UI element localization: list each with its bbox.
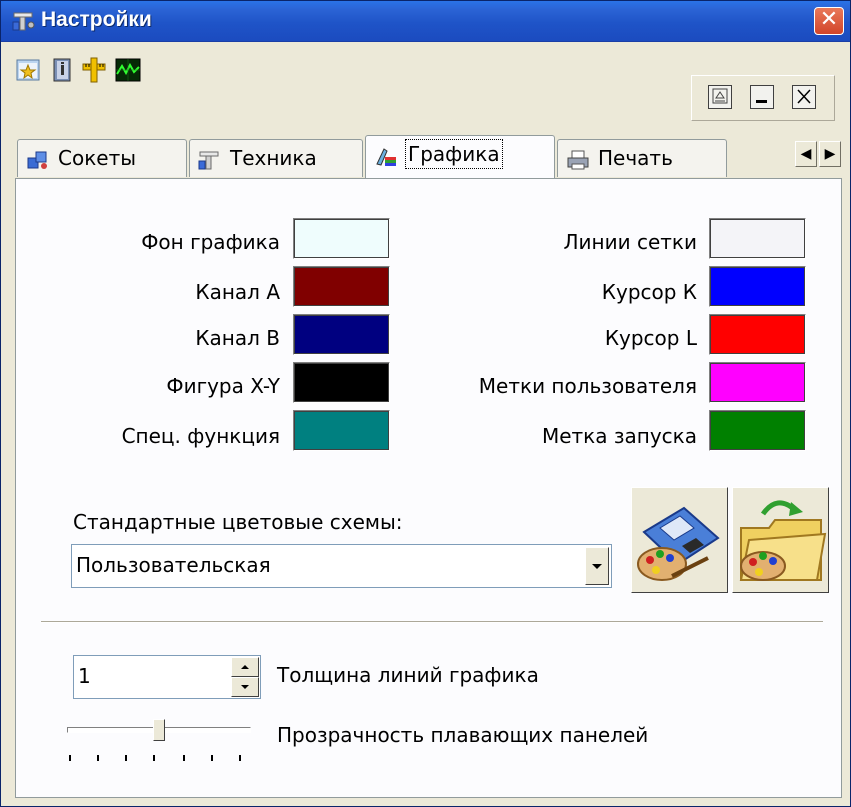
swatch-trigger-mark[interactable]	[709, 410, 806, 451]
label-channel-b: Канал В	[195, 326, 280, 350]
settings-window: Настройки ✕ Сокеты Техника Графика Печат…	[0, 0, 851, 807]
title-bar[interactable]: Настройки ✕	[1, 1, 850, 42]
tab-graphics[interactable]: Графика	[365, 135, 555, 178]
favorites-icon[interactable]	[15, 57, 41, 83]
slider-tick	[69, 755, 71, 761]
save-palette-icon	[637, 506, 720, 581]
tab-equipment[interactable]: Техника	[189, 139, 363, 177]
color-scheme-value: Пользовательская	[76, 553, 271, 577]
swatch-cursor-k[interactable]	[709, 266, 806, 307]
slider-tick	[211, 755, 213, 761]
slider-tick	[153, 755, 155, 761]
window-controls	[691, 75, 835, 121]
label-channel-a: Канал А	[195, 280, 280, 304]
tab-label: Графика	[405, 139, 503, 169]
app-icon	[12, 12, 35, 31]
color-schemes-label: Стандартные цветовые схемы:	[73, 510, 403, 534]
transparency-slider[interactable]	[67, 717, 253, 767]
tab-scroll-right[interactable]: ▶	[819, 141, 841, 167]
close-button[interactable]: ✕	[814, 7, 844, 35]
tab-strip: Сокеты Техника Графика Печать	[1, 135, 850, 181]
slider-tick	[239, 755, 241, 761]
swatch-xy-figure[interactable]	[293, 362, 390, 403]
minimize-icon	[756, 100, 767, 103]
swatch-special-function[interactable]	[293, 410, 390, 451]
line-width-value: 1	[78, 664, 91, 688]
label-trigger-mark: Метка запуска	[541, 424, 697, 448]
transparency-label: Прозрачность плавающих панелей	[277, 723, 649, 747]
slider-thumb[interactable]	[153, 719, 165, 741]
label-user-marks: Метки пользователя	[478, 374, 697, 398]
label-chart-background: Фон графика	[141, 230, 280, 254]
window-title: Настройки	[41, 8, 152, 31]
info-book-icon[interactable]	[49, 57, 75, 83]
line-width-spinner[interactable]: 1	[73, 655, 261, 699]
slider-tick	[183, 755, 185, 761]
slider-tick	[97, 755, 99, 761]
label-cursor-k: Курсор К	[601, 280, 697, 304]
slider-tick	[125, 755, 127, 761]
load-scheme-button[interactable]	[732, 487, 829, 593]
label-xy-figure: Фигура X-Y	[166, 374, 280, 398]
swatch-user-marks[interactable]	[709, 362, 806, 403]
swatch-channel-a[interactable]	[293, 266, 390, 307]
tab-sockets[interactable]: Сокеты	[17, 139, 187, 177]
spin-up-button[interactable]	[231, 657, 259, 677]
close-icon	[797, 89, 811, 104]
tab-print[interactable]: Печать	[557, 139, 727, 177]
line-width-label: Толщина линий графика	[277, 663, 539, 687]
dropdown-arrow-icon[interactable]	[585, 547, 609, 585]
swatch-grid-lines[interactable]	[709, 218, 806, 259]
label-special-function: Спец. функция	[121, 424, 280, 448]
tab-label: Техника	[230, 146, 317, 170]
dock-icon	[712, 88, 728, 104]
ruler-icon[interactable]	[81, 57, 107, 83]
oscilloscope-icon[interactable]	[115, 57, 141, 83]
swatch-cursor-l[interactable]	[709, 314, 806, 355]
tab-scroll-left[interactable]: ◀	[795, 141, 817, 167]
equipment-icon	[198, 151, 219, 170]
swatch-chart-background[interactable]	[293, 218, 390, 259]
graphics-icon	[376, 148, 396, 166]
label-grid-lines: Линии сетки	[563, 230, 698, 254]
color-scheme-select[interactable]: Пользовательская	[71, 544, 612, 588]
tab-label: Сокеты	[58, 146, 137, 170]
swatch-channel-b[interactable]	[293, 314, 390, 355]
spin-down-button[interactable]	[231, 677, 259, 697]
label-cursor-l: Курсор L	[604, 326, 697, 350]
printer-icon	[567, 150, 589, 170]
separator	[41, 621, 823, 623]
dock-button[interactable]	[708, 85, 732, 109]
close-panel-button[interactable]	[792, 85, 816, 109]
open-folder-palette-icon	[739, 500, 827, 581]
minimize-button[interactable]	[750, 85, 774, 109]
sockets-icon	[27, 151, 47, 169]
save-scheme-button[interactable]	[631, 487, 728, 593]
tab-label: Печать	[598, 146, 673, 170]
